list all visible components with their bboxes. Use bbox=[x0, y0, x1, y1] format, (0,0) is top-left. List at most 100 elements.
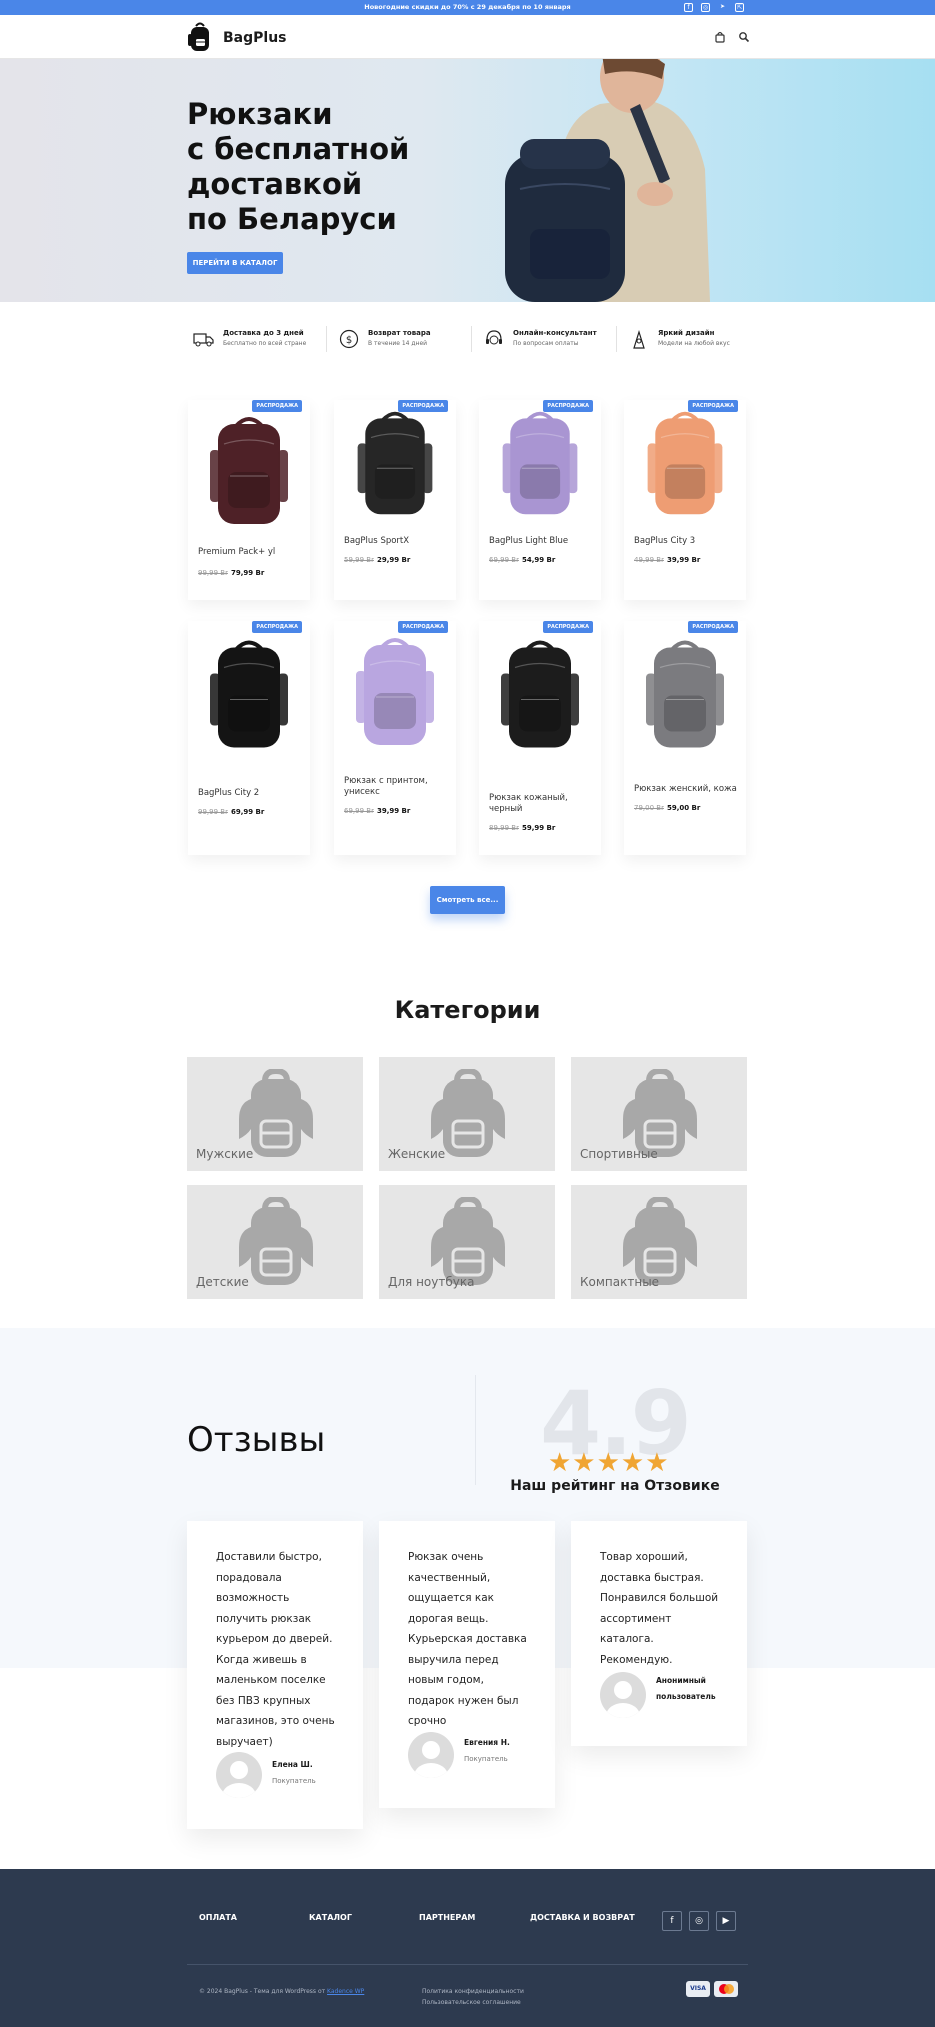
footer-link-delivery[interactable]: ДОСТАВКА И ВОЗВРАТ bbox=[530, 1913, 635, 1922]
return-icon: $ bbox=[339, 329, 359, 349]
product-name[interactable]: BagPlus Light Blue bbox=[489, 536, 599, 547]
product-name[interactable]: Рюкзак с принтом, унисекс bbox=[344, 776, 454, 798]
category-tile[interactable]: Для ноутбука bbox=[379, 1185, 555, 1299]
footer-link-catalog[interactable]: КАТАЛОГ bbox=[309, 1913, 352, 1922]
feature-subtitle: Модели на любой вкус bbox=[658, 340, 730, 347]
product-image[interactable] bbox=[636, 631, 734, 756]
share-icon[interactable]: ⇱ bbox=[735, 3, 744, 12]
product-image[interactable] bbox=[636, 405, 734, 520]
visa-icon: VISA bbox=[686, 1981, 710, 1997]
youtube-icon[interactable]: ▶ bbox=[716, 1911, 736, 1931]
telegram-icon[interactable]: ➤ bbox=[718, 3, 727, 12]
sale-price: 59,99 Br bbox=[521, 824, 556, 832]
category-name[interactable]: Мужские bbox=[196, 1147, 253, 1161]
site-header: BagPlus bbox=[0, 15, 935, 59]
mastercard-icon bbox=[714, 1981, 738, 1997]
facebook-icon[interactable]: f bbox=[662, 1911, 682, 1931]
old-price: 69,99 Br bbox=[489, 556, 519, 564]
product-card[interactable]: РАСПРОДАЖА Рюкзак с принтом, унисекс 69,99… bbox=[334, 621, 456, 855]
catalog-button[interactable]: ПЕРЕЙТИ В КАТАЛОГ bbox=[187, 252, 283, 274]
backpack-logo-icon[interactable] bbox=[187, 22, 213, 52]
product-price: 89,99 Br 59,99 Br bbox=[489, 824, 555, 832]
backpack-placeholder-icon bbox=[623, 1197, 697, 1285]
product-card[interactable]: РАСПРОДАЖА Рюкзак кожаный, черный 89,99 Br… bbox=[479, 621, 601, 855]
reviewer-name: Анонимный пользователь bbox=[656, 1676, 716, 1701]
reviewer-name: Елена Ш. bbox=[272, 1760, 313, 1769]
agreement-link[interactable]: Пользовательское соглашение bbox=[422, 1997, 524, 2008]
footer-link-partners[interactable]: ПАРТНЕРАМ bbox=[419, 1913, 475, 1922]
feature-title: Доставка до 3 дней bbox=[223, 329, 304, 337]
product-card[interactable]: РАСПРОДАЖА Рюкзак женский, кожа 79,00 Br 59… bbox=[624, 621, 746, 855]
copyright: © 2024 BagPlus - Тема для WordPress от K… bbox=[199, 1988, 364, 1995]
product-card[interactable]: РАСПРОДАЖА Premium Pack+ yl 99,99 Br 79,99 … bbox=[188, 400, 310, 600]
product-image[interactable] bbox=[200, 410, 298, 530]
svg-text:$: $ bbox=[346, 335, 352, 346]
product-card[interactable]: РАСПРОДАЖА BagPlus City 3 49,99 Br 39,99 Br bbox=[624, 400, 746, 600]
product-card[interactable]: РАСПРОДАЖА BagPlus SportX 59,99 Br 29,99 Br bbox=[334, 400, 456, 600]
review-text: Товар хороший, доставка быстрая. Понрави… bbox=[600, 1551, 719, 1666]
feature-return: $ Возврат товара В течение 14 дней bbox=[332, 322, 472, 356]
copyright-text: © 2024 BagPlus - Тема для WordPress от bbox=[199, 1988, 328, 1995]
headset-icon bbox=[486, 330, 502, 345]
logo-text[interactable]: BagPlus bbox=[223, 30, 287, 46]
divider bbox=[475, 1375, 476, 1485]
legal-links: Политика конфиденциальности Пользователь… bbox=[422, 1986, 524, 2008]
old-price: 99,99 Br bbox=[198, 808, 228, 816]
category-tile[interactable]: Женские bbox=[379, 1057, 555, 1171]
product-name[interactable]: Premium Pack+ yl bbox=[198, 547, 308, 558]
site-footer: ОПЛАТА КАТАЛОГ ПАРТНЕРАМ ДОСТАВКА И ВОЗВ… bbox=[0, 1869, 935, 2027]
product-image[interactable] bbox=[346, 626, 444, 756]
hero-title-line: Рюкзаки bbox=[187, 97, 333, 131]
category-name[interactable]: Женские bbox=[388, 1147, 445, 1161]
feature-delivery: Доставка до 3 дней Бесплатно по всей стр… bbox=[187, 322, 327, 356]
category-name[interactable]: Спортивные bbox=[580, 1147, 658, 1161]
kadence-link[interactable]: Kadence WP bbox=[327, 1988, 364, 1995]
feature-title: Яркий дизайн bbox=[658, 329, 715, 337]
product-image[interactable] bbox=[491, 405, 589, 520]
category-tile[interactable]: Компактные bbox=[571, 1185, 747, 1299]
search-icon[interactable] bbox=[738, 31, 750, 43]
product-name[interactable]: BagPlus City 2 bbox=[198, 788, 308, 799]
product-image[interactable] bbox=[200, 631, 298, 756]
product-image[interactable] bbox=[346, 405, 444, 520]
hero-photo bbox=[505, 59, 710, 302]
privacy-link[interactable]: Политика конфиденциальности bbox=[422, 1986, 524, 1997]
product-price: 49,99 Br 39,99 Br bbox=[634, 556, 700, 564]
divider bbox=[616, 326, 617, 352]
footer-link-payment[interactable]: ОПЛАТА bbox=[199, 1913, 237, 1922]
product-card[interactable]: РАСПРОДАЖА BagPlus Light Blue 69,99 Br 54,9… bbox=[479, 400, 601, 600]
product-name[interactable]: BagPlus SportX bbox=[344, 536, 454, 547]
feature-title: Возврат товара bbox=[368, 329, 431, 337]
old-price: 69,99 Br bbox=[344, 807, 374, 815]
product-card[interactable]: РАСПРОДАЖА BagPlus City 2 99,99 Br 69,99 Br bbox=[188, 621, 310, 855]
product-price: 69,99 Br 39,99 Br bbox=[344, 807, 410, 815]
product-image[interactable] bbox=[491, 631, 589, 756]
category-tile[interactable]: Спортивные bbox=[571, 1057, 747, 1171]
category-tile[interactable]: Детские bbox=[187, 1185, 363, 1299]
instagram-icon[interactable]: ◎ bbox=[701, 3, 710, 12]
sale-price: 59,00 Br bbox=[666, 804, 701, 812]
category-tile[interactable]: Мужские bbox=[187, 1057, 363, 1171]
instagram-icon[interactable]: ◎ bbox=[689, 1911, 709, 1931]
old-price: 59,99 Br bbox=[344, 556, 374, 564]
facebook-icon[interactable]: f bbox=[684, 3, 693, 12]
product-name[interactable]: Рюкзак кожаный, черный bbox=[489, 793, 599, 815]
old-price: 99,99 Br bbox=[198, 569, 228, 577]
product-price: 79,00 Br 59,00 Br bbox=[634, 804, 700, 812]
see-all-button[interactable]: Смотреть все... bbox=[430, 886, 505, 914]
sale-price: 69,99 Br bbox=[230, 808, 265, 816]
category-name[interactable]: Для ноутбука bbox=[388, 1275, 474, 1289]
backpack-placeholder-icon bbox=[431, 1197, 505, 1285]
product-name[interactable]: BagPlus City 3 bbox=[634, 536, 744, 547]
categories-title: Категории bbox=[394, 996, 541, 1024]
reviews-title: Отзывы bbox=[187, 1420, 326, 1460]
cart-icon[interactable] bbox=[714, 31, 726, 43]
review-card: Товар хороший, доставка быстрая. Понрави… bbox=[571, 1521, 747, 1746]
category-name[interactable]: Детские bbox=[196, 1275, 249, 1289]
backpack-placeholder-icon bbox=[239, 1069, 313, 1157]
product-name[interactable]: Рюкзак женский, кожа bbox=[634, 784, 744, 795]
category-name[interactable]: Компактные bbox=[580, 1275, 659, 1289]
review-card: Рюкзак очень качественный, ощущается как… bbox=[379, 1521, 555, 1808]
divider bbox=[326, 326, 327, 352]
avatar bbox=[216, 1752, 262, 1798]
